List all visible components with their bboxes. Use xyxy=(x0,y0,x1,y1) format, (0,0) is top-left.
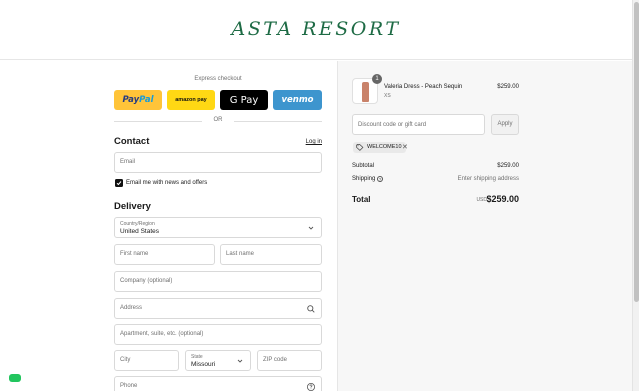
chevron-down-icon xyxy=(308,226,314,230)
address-placeholder: Address xyxy=(120,305,143,311)
store-logo[interactable]: ASTA RESORT xyxy=(0,18,632,40)
search-icon xyxy=(307,305,315,313)
discount-placeholder: Discount code or gift card xyxy=(358,122,427,128)
express-checkout-label: Express checkout xyxy=(194,76,242,82)
dress-image xyxy=(362,82,369,102)
help-icon[interactable]: ? xyxy=(377,176,383,182)
tag-icon xyxy=(356,144,364,151)
header: ASTA RESORT xyxy=(0,0,632,60)
contact-title: Contact xyxy=(114,136,150,147)
applied-discount-tag: WELCOME10 xyxy=(353,142,406,153)
phone-placeholder: Phone xyxy=(120,383,138,389)
zip-field[interactable]: ZIP code xyxy=(257,350,322,371)
venmo-button[interactable]: venmo xyxy=(273,90,322,110)
state-value: Missouri xyxy=(191,361,216,368)
google-pay-button[interactable]: G Pay xyxy=(220,90,268,110)
subtotal-row: Subtotal $259.00 xyxy=(352,163,519,172)
subtotal-value: $259.00 xyxy=(497,163,519,169)
apartment-placeholder: Apartment, suite, etc. (optional) xyxy=(120,331,204,337)
scrollbar[interactable] xyxy=(632,0,639,391)
country-value: United States xyxy=(120,228,160,235)
checkout-page: ASTA RESORT Express checkout PayPal amaz… xyxy=(0,0,639,391)
paypal-logo: PayPal xyxy=(122,95,154,105)
last-name-placeholder: Last name xyxy=(226,251,255,257)
or-text: OR xyxy=(213,117,223,123)
email-placeholder: Email xyxy=(120,159,136,165)
zip-placeholder: ZIP code xyxy=(263,357,287,363)
newsletter-checkbox[interactable] xyxy=(115,179,123,187)
discount-code-input[interactable]: Discount code or gift card xyxy=(352,114,485,135)
product-price: $259.00 xyxy=(497,84,519,90)
city-placeholder: City xyxy=(120,357,131,363)
country-select[interactable]: Country/Region United States xyxy=(114,217,322,238)
state-select[interactable]: State Missouri xyxy=(185,350,251,371)
phone-field[interactable]: Phone xyxy=(114,376,322,391)
shipping-label: Shipping xyxy=(352,176,376,182)
quantity-badge: 1 xyxy=(372,74,382,84)
help-icon[interactable] xyxy=(306,382,316,391)
remove-discount-icon[interactable]: ✕ xyxy=(402,142,408,153)
address-field[interactable]: Address xyxy=(114,298,322,319)
amazon-pay-logo: amazon pay xyxy=(175,97,207,103)
apply-discount-button[interactable]: Apply xyxy=(491,114,519,135)
country-label: Country/Region xyxy=(120,221,155,227)
venmo-logo: venmo xyxy=(281,95,314,105)
order-summary-panel xyxy=(337,61,632,391)
login-link[interactable]: Log in xyxy=(306,139,322,145)
chevron-down-icon xyxy=(237,359,243,363)
or-divider: OR xyxy=(114,117,322,125)
last-name-field[interactable]: Last name xyxy=(220,244,322,265)
google-pay-logo: G Pay xyxy=(229,94,259,106)
checkmark-icon xyxy=(116,181,122,186)
first-name-field[interactable]: First name xyxy=(114,244,215,265)
express-checkout-buttons: PayPal amazon pay G Pay venmo xyxy=(114,90,322,110)
shipping-value: Enter shipping address xyxy=(457,176,519,182)
newsletter-option[interactable]: Email me with news and offers xyxy=(114,179,322,189)
state-label: State xyxy=(191,354,203,360)
total-label: Total xyxy=(352,195,371,204)
total-row: Total USD $259.00 xyxy=(352,194,519,206)
newsletter-label: Email me with news and offers xyxy=(126,180,208,186)
total-value: $259.00 xyxy=(486,194,519,204)
subtotal-label: Subtotal xyxy=(352,163,375,169)
product-name: Valeria Dress - Peach Sequin xyxy=(384,84,463,90)
product-variant: XS xyxy=(384,93,391,99)
company-field[interactable]: Company (optional) xyxy=(114,271,322,292)
email-field[interactable]: Email xyxy=(114,152,322,173)
first-name-placeholder: First name xyxy=(120,251,149,257)
chat-widget-button[interactable] xyxy=(9,374,21,382)
applied-discount-code: WELCOME10 xyxy=(367,144,402,150)
product-thumbnail: 1 xyxy=(352,74,382,104)
city-field[interactable]: City xyxy=(114,350,179,371)
company-placeholder: Company (optional) xyxy=(120,278,173,284)
amazon-pay-button[interactable]: amazon pay xyxy=(167,90,215,110)
delivery-title: Delivery xyxy=(114,201,151,212)
scrollbar-thumb[interactable] xyxy=(634,2,639,302)
paypal-button[interactable]: PayPal xyxy=(114,90,162,110)
divider-line xyxy=(234,121,322,122)
total-currency: USD xyxy=(476,197,487,203)
apartment-field[interactable]: Apartment, suite, etc. (optional) xyxy=(114,324,322,345)
shipping-row: Shipping ? Enter shipping address xyxy=(352,176,519,185)
